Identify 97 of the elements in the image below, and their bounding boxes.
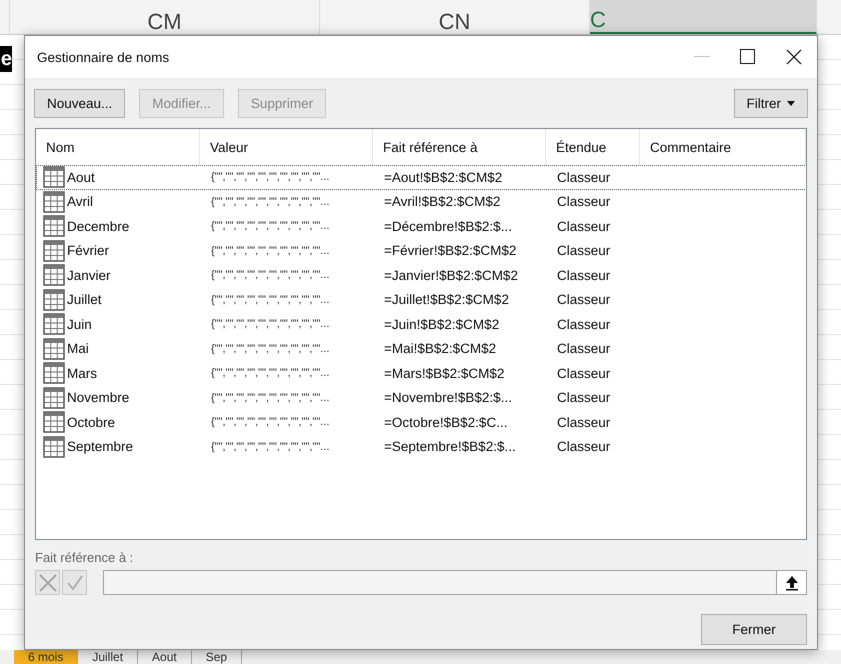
column-header[interactable]: Commentaire xyxy=(640,129,806,165)
column-header[interactable]: Étendue xyxy=(546,129,640,165)
name-cell: Juin xyxy=(67,316,92,332)
maximize-icon xyxy=(740,49,756,65)
table-icon xyxy=(43,190,65,213)
value-cell-text: {"","","","","","","","","",""... xyxy=(210,220,330,232)
column-header[interactable]: Valeur xyxy=(200,129,373,165)
name-cell: Mai xyxy=(67,341,89,356)
table-icon xyxy=(43,166,65,188)
scope-cell-text: Classeur xyxy=(556,390,612,406)
name-row[interactable]: Avril {"","","","","","","","","",""... =Avril!$B$2:$CM$2 Classeur xyxy=(36,190,806,214)
value-cell-text: {"","","","","","","","","",""... xyxy=(210,171,330,184)
name-cell: Decembre xyxy=(67,218,130,234)
table-icon xyxy=(43,386,65,409)
name-row[interactable]: Mars {"","","","","","","","","",""... =Mars!$B$2:$CM$2 Classeur xyxy=(36,361,806,386)
scope-cell-text: Classeur xyxy=(556,218,612,234)
reference-cell-text: =Mars!$B$2:$CM$2 xyxy=(383,366,506,381)
name-row[interactable]: Decembre {"","","","","","","","","",""... =Décembre!$B$2:$... Classeur xyxy=(36,214,806,238)
reference-cell-text: =Avril!$B$2:$CM$2 xyxy=(383,194,502,210)
value-cell-text: {"","","","","","","","","",""... xyxy=(210,318,330,330)
value-cell-text: {"","","","","","","","","",""... xyxy=(210,244,330,257)
name-cell: Octobre xyxy=(67,414,116,430)
reference-cell-text: =Septembre!$B$2:$... xyxy=(383,439,517,454)
column-header[interactable]: Nom xyxy=(36,129,200,165)
name-row[interactable]: Juillet {"","","","","","","","","",""... =Juillet!$B$2:$CM$2 Classeur xyxy=(36,288,806,312)
close-dialog-button[interactable]: Fermer xyxy=(701,614,807,645)
scope-cell-text: Classeur xyxy=(556,243,612,258)
cross-icon xyxy=(38,572,58,592)
scope-cell-text: Classeur xyxy=(556,268,612,283)
reference-cell-text: =Juillet!$B$2:$CM$2 xyxy=(383,292,510,308)
name-cell: Avril xyxy=(67,194,94,210)
value-cell-text: {"","","","","","","","","",""... xyxy=(210,269,330,282)
minimize-icon xyxy=(694,56,710,58)
name-cell: Novembre xyxy=(67,390,130,406)
table-icon xyxy=(43,240,65,262)
checkmark-icon xyxy=(64,572,84,592)
table-icon xyxy=(43,436,65,458)
name-row[interactable]: Mai {"","","","","","","","","",""... =Mai!$B$2:$CM$2 Classeur xyxy=(36,336,806,361)
name-cell: Janvier xyxy=(67,268,111,283)
scope-cell-text: Classeur xyxy=(556,194,612,210)
dialog-title: Gestionnaire de noms xyxy=(37,50,170,64)
confirm-button[interactable] xyxy=(62,570,87,595)
name-row[interactable]: Novembre {"","","","","","","","","",""... =Novembre!$B$2:$... Classeur xyxy=(36,386,806,410)
close-icon xyxy=(786,49,802,65)
value-cell-text: {"","","","","","","","","",""... xyxy=(210,294,330,306)
value-cell-text: {"","","","","","","","","",""... xyxy=(210,416,330,428)
input-field[interactable] xyxy=(103,570,807,595)
reference-cell-text: =Décembre!$B$2:$... xyxy=(383,218,513,234)
table-icon xyxy=(43,362,65,384)
reference-cell-text: =Juin!$B$2:$CM$2 xyxy=(383,316,500,332)
upload-arrow-icon xyxy=(784,574,798,590)
name-cell: Juillet xyxy=(67,292,102,308)
scope-cell-text: Classeur xyxy=(556,316,612,332)
reference-cell-text: =Mai!$B$2:$CM$2 xyxy=(383,341,498,356)
sheet-tab[interactable]: 6 mois xyxy=(14,650,78,664)
scope-cell-text: Classeur xyxy=(556,292,612,308)
action-button[interactable]: Nouveau... xyxy=(34,88,126,118)
name-row[interactable]: Février {"","","","","","","","","",""... =Février!$B$2:$CM$2 Classeur xyxy=(36,238,806,263)
table-icon xyxy=(43,288,65,311)
caret-icon xyxy=(787,100,795,106)
value-cell-text: {"","","","","","","","","",""... xyxy=(210,342,330,355)
name-cell: Février xyxy=(67,243,110,258)
value-cell-text: {"","","","","","","","","",""... xyxy=(210,196,330,208)
value-cell-text: {"","","","","","","","","",""... xyxy=(210,392,330,404)
scope-cell-text: Classeur xyxy=(556,170,612,185)
column-header[interactable]: C xyxy=(590,0,817,34)
cell-text: e xyxy=(0,46,12,72)
collapse-button[interactable] xyxy=(776,571,806,594)
name-cell: Mars xyxy=(67,366,97,381)
field-label: Fait référence à : xyxy=(35,550,134,565)
reference-cell-text: =Aout!$B$2:$CM$2 xyxy=(383,170,504,185)
column-header[interactable]: CM xyxy=(10,0,320,34)
reference-cell-text: =Février!$B$2:$CM$2 xyxy=(383,243,518,258)
name-row[interactable]: Juin {"","","","","","","","","",""... =Juin!$B$2:$CM$2 Classeur xyxy=(36,312,806,336)
scope-cell-text: Classeur xyxy=(556,341,612,356)
cancel-button[interactable] xyxy=(35,570,60,595)
name-row[interactable]: Aout {"","","","","","","","","",""... =Aout!$B$2:$CM$2 Classeur xyxy=(36,165,806,190)
scope-cell-text: Classeur xyxy=(556,439,612,454)
table-icon xyxy=(43,313,65,336)
reference-cell-text: =Janvier!$B$2:$CM$2 xyxy=(383,268,519,283)
value-cell-text: {"","","","","","","","","",""... xyxy=(210,440,330,453)
filter-button[interactable]: Filtrer xyxy=(734,88,808,118)
scope-cell-text: Classeur xyxy=(556,414,612,430)
scope-cell-text: Classeur xyxy=(556,366,612,381)
column-header[interactable]: Fait référence à xyxy=(373,129,546,165)
table-icon xyxy=(43,411,65,434)
table-icon xyxy=(43,215,65,238)
value-cell-text: {"","","","","","","","","",""... xyxy=(210,367,330,380)
reference-cell-text: =Novembre!$B$2:$... xyxy=(383,390,513,406)
name-row[interactable]: Septembre {"","","","","","","","","",""... =Septembre!$B$2:$... Classeur xyxy=(36,434,806,459)
table-icon xyxy=(43,338,65,360)
table-icon xyxy=(43,264,65,286)
name-row[interactable]: Janvier {"","","","","","","","","",""... =Janvier!$B$2:$CM$2 Classeur xyxy=(36,263,806,288)
reference-cell-text: =Octobre!$B$2:$C... xyxy=(383,414,508,430)
name-row[interactable]: Octobre {"","","","","","","","","",""... =Octobre!$B$2:$C... Classeur xyxy=(36,410,806,434)
name-cell: Septembre xyxy=(67,439,134,454)
name-cell: Aout xyxy=(67,170,95,185)
